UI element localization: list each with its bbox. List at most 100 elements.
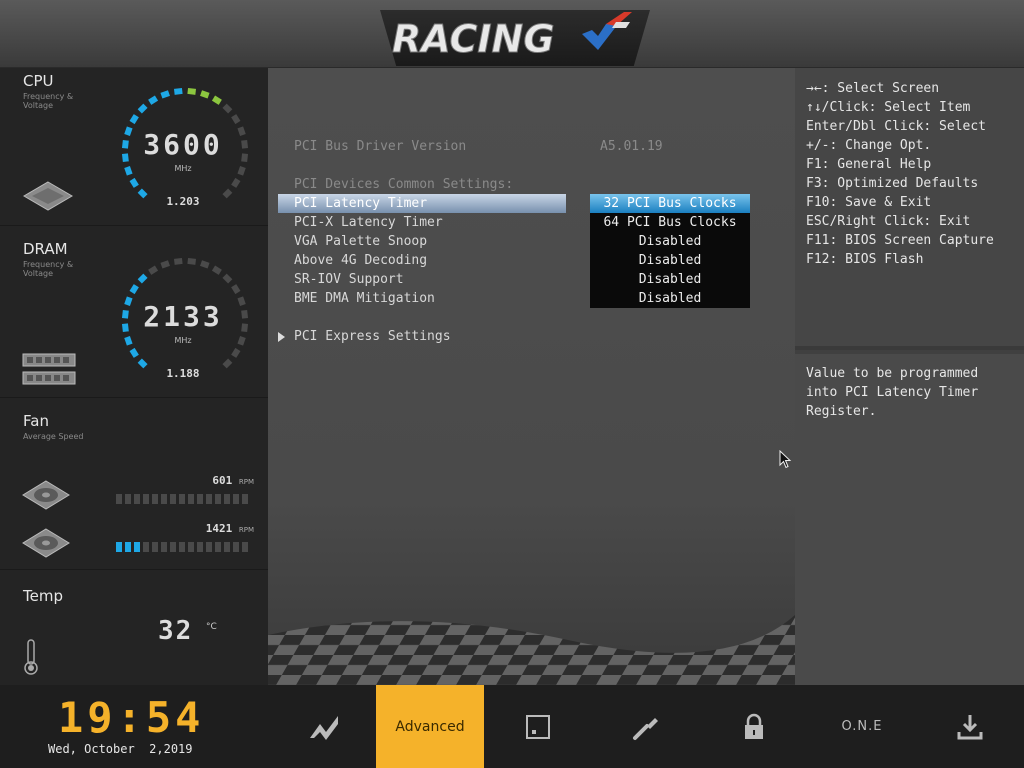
fan-subtitle: Average Speed <box>23 432 84 441</box>
gauge-segment <box>200 90 210 99</box>
svg-text:RACING: RACING <box>392 17 555 61</box>
fan-bar-segment <box>242 494 248 504</box>
cpu-panel: CPU Frequency & Voltage 3600 MHz 1.203 <box>0 68 268 226</box>
tab-advanced[interactable]: Advanced <box>376 685 484 768</box>
submenu-pci-express-settings[interactable]: PCI Express Settings <box>278 327 756 346</box>
gauge-segment <box>231 177 241 188</box>
checkered-flag-decoration <box>268 615 795 685</box>
cpu-subtitle: Frequency & Voltage <box>23 92 74 110</box>
fan-bar-segment <box>161 494 167 504</box>
description-line: Value to be programmed <box>806 366 979 381</box>
fan-bar-segment <box>224 542 230 552</box>
fan-bar-segment <box>179 494 185 504</box>
setting-label: PCI-X Latency Timer <box>294 215 443 230</box>
temperature-unit: °C <box>206 622 217 632</box>
setting-bme-dma-mitigation[interactable]: BME DMA Mitigation Disabled <box>278 289 756 308</box>
dram-title: DRAM <box>23 240 68 258</box>
clock-time: 19:54 <box>58 693 205 742</box>
pci-driver-version-label: PCI Bus Driver Version <box>294 139 467 154</box>
dram-frequency-unit: MHz <box>174 336 192 345</box>
gauge-segment <box>129 347 139 358</box>
submenu-arrow-icon <box>278 332 285 342</box>
fan-title: Fan <box>23 412 49 430</box>
fan-1-rpm-unit: RPM <box>238 478 254 486</box>
key-help-box: →←: Select Screen ↑↓/Click: Select Item … <box>795 68 1024 350</box>
gauge-segment <box>211 265 222 275</box>
racing-logo: RACING <box>380 10 650 66</box>
fan-bar-segment <box>188 542 194 552</box>
setting-label: VGA Palette Snoop <box>294 234 428 249</box>
gauge-segment <box>231 114 241 125</box>
cpu-chip-icon <box>23 181 73 211</box>
gauge-segment <box>129 114 139 125</box>
racing-tab-icon <box>310 715 338 740</box>
gauge-segment <box>148 95 159 105</box>
tab-exit[interactable] <box>916 685 1024 768</box>
fan-bar-segment <box>161 542 167 552</box>
fan-icon <box>22 528 70 558</box>
setting-value-dropdown[interactable]: Disabled <box>590 270 750 289</box>
setting-value-dropdown[interactable]: 64 PCI Bus Clocks <box>590 213 750 232</box>
setting-pci-latency-timer[interactable]: PCI Latency Timer 32 PCI Bus Clocks <box>278 194 756 213</box>
tab-tweaker[interactable] <box>592 685 700 768</box>
tab-chipset[interactable] <box>484 685 592 768</box>
cpu-frequency-unit: MHz <box>174 164 192 173</box>
clock-date: Wed, October 2,2019 <box>48 742 193 756</box>
fan-2-speed: 1421 RPM <box>206 522 254 535</box>
download-exit-icon <box>957 714 983 739</box>
tab-one[interactable]: O.N.E <box>808 685 916 768</box>
fan-bar-segment <box>233 542 239 552</box>
fan-bar-segment <box>116 542 122 552</box>
temp-panel: Temp 32 °C <box>0 570 268 685</box>
fan-bar-segment <box>152 494 158 504</box>
lock-icon <box>745 713 763 739</box>
fan-1-speed-bar <box>116 494 248 504</box>
fan-bar-segment <box>116 494 122 504</box>
gauge-segment <box>231 347 241 358</box>
fan-1-speed: 601 RPM <box>212 474 254 487</box>
tab-security[interactable] <box>700 685 808 768</box>
setting-value-dropdown[interactable]: Disabled <box>590 289 750 308</box>
fan-bar-segment <box>215 494 221 504</box>
setting-label: PCI Latency Timer <box>294 196 428 211</box>
key-help-line: F10: Save & Exit <box>806 195 932 210</box>
bottom-bar: 19:54 Wed, October 2,2019 Advanced O.N.E <box>0 685 1024 768</box>
dram-panel: DRAM Frequency & Voltage 2133 MHz 1.188 <box>0 226 268 398</box>
fan-bar-segment <box>152 542 158 552</box>
setting-value-dropdown[interactable]: Disabled <box>590 232 750 251</box>
gauge-segment <box>187 257 197 265</box>
fan-bar-segment <box>233 494 239 504</box>
description-line: Register. <box>806 404 877 419</box>
setting-value-dropdown[interactable]: Disabled <box>590 251 750 270</box>
dram-voltage-value: 1.188 <box>166 367 200 380</box>
setting-label: BME DMA Mitigation <box>294 291 435 306</box>
setting-above-4g-decoding[interactable]: Above 4G Decoding Disabled <box>278 251 756 270</box>
setting-label: SR-IOV Support <box>294 272 404 287</box>
key-help-line: Enter/Dbl Click: Select <box>806 119 987 134</box>
fan-bar-segment <box>125 542 131 552</box>
key-help-line: F3: Optimized Defaults <box>806 176 979 191</box>
key-help-line: ESC/Right Click: Exit <box>806 214 971 229</box>
key-help-line: F1: General Help <box>806 157 932 172</box>
gauge-segment <box>160 260 170 269</box>
dram-module-icon <box>22 353 76 385</box>
setting-pcix-latency-timer[interactable]: PCI-X Latency Timer 64 PCI Bus Clocks <box>278 213 756 232</box>
gauge-segment <box>129 284 139 295</box>
header-bar: RACING <box>0 0 1024 68</box>
fan-2-rpm-value: 1421 <box>205 522 233 535</box>
fan-bar-segment <box>143 542 149 552</box>
wrench-icon <box>633 717 658 740</box>
gauge-segment <box>211 95 222 105</box>
setting-label: Above 4G Decoding <box>294 253 428 268</box>
fan-2-rpm-unit: RPM <box>238 526 254 534</box>
fan-1-row: 601 RPM <box>0 474 268 514</box>
fan-icon <box>22 480 70 510</box>
fan-bar-segment <box>197 542 203 552</box>
fan-bar-segment <box>179 542 185 552</box>
tab-main[interactable] <box>270 685 378 768</box>
key-help-line: F12: BIOS Flash <box>806 252 924 267</box>
setting-value-dropdown[interactable]: 32 PCI Bus Clocks <box>590 194 750 213</box>
setting-sr-iov-support[interactable]: SR-IOV Support Disabled <box>278 270 756 289</box>
fan-bar-segment <box>242 542 248 552</box>
setting-vga-palette-snoop[interactable]: VGA Palette Snoop Disabled <box>278 232 756 251</box>
